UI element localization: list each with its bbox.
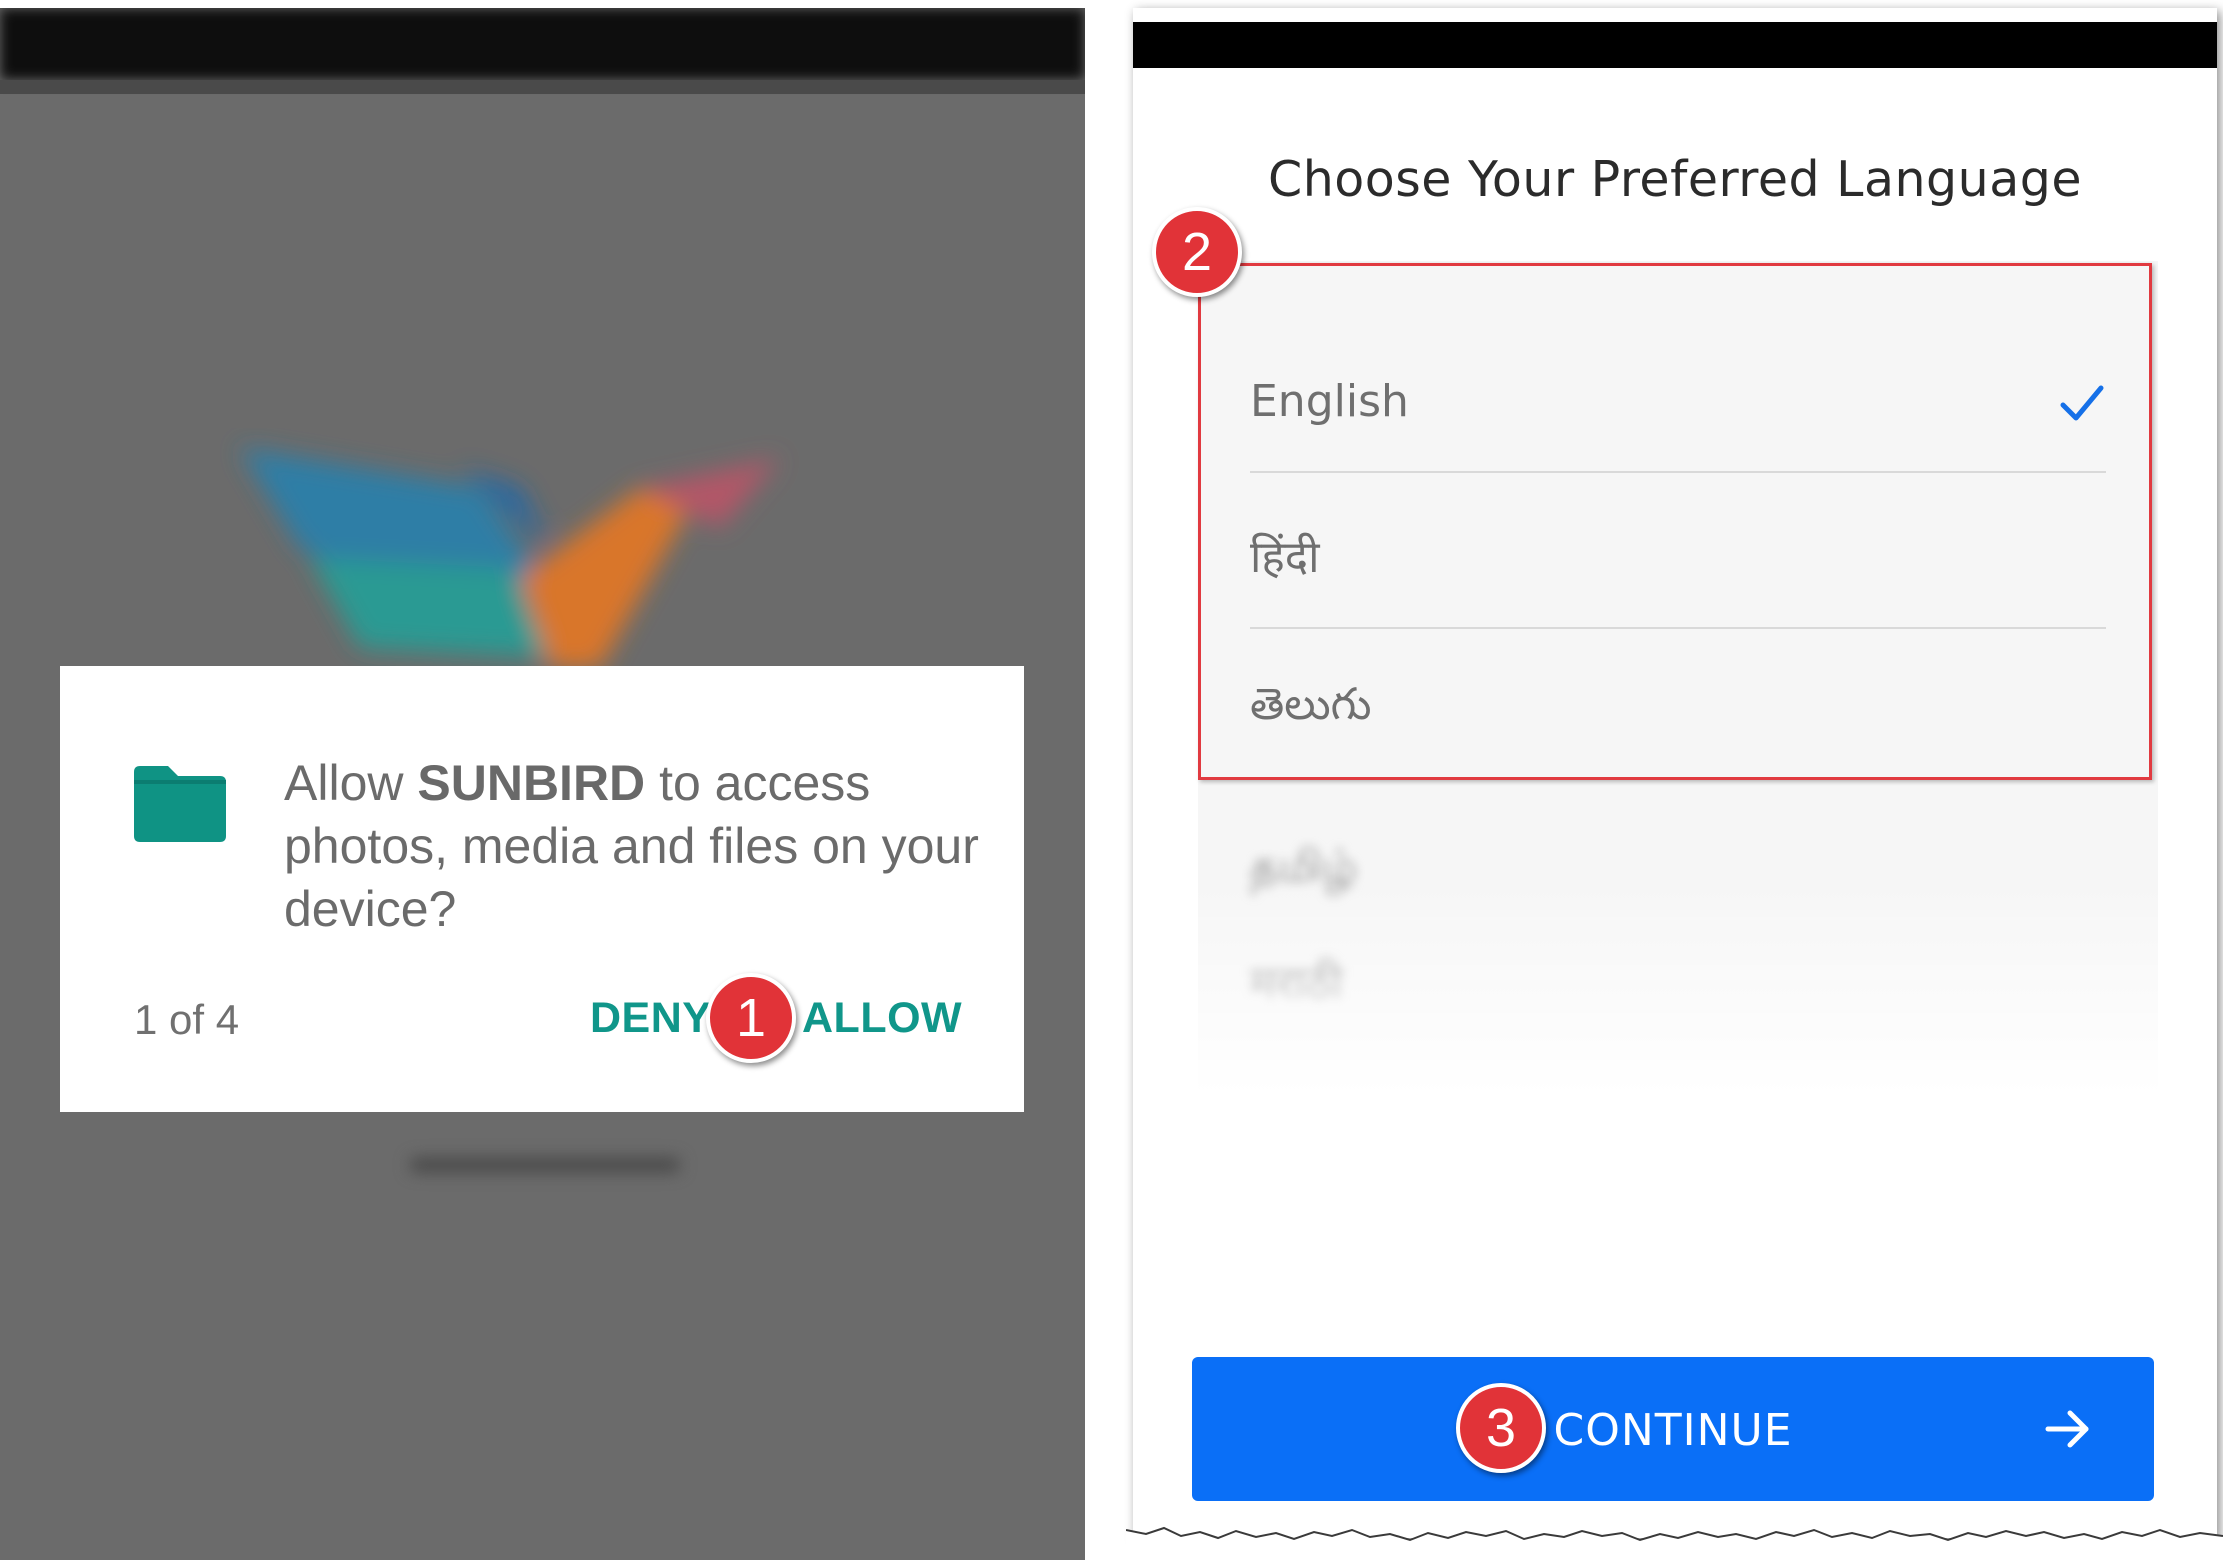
callout-badge-2: 2	[1152, 207, 1242, 297]
language-item-telugu[interactable]: తెలుగు	[1250, 629, 2106, 779]
allow-button[interactable]: ALLOW	[802, 994, 962, 1043]
permission-text-prefix: Allow	[284, 755, 418, 811]
deny-button[interactable]: DENY	[590, 994, 711, 1043]
language-label: हिंदी	[1250, 532, 1320, 583]
language-item-english[interactable]: English	[1250, 331, 2106, 473]
language-list: English हिंदी తెలుగు தமிழ் मराठी	[1198, 261, 2158, 1096]
torn-paper-edge	[1126, 1526, 2223, 1560]
language-label: English	[1250, 376, 1409, 427]
sunbird-logo	[240, 448, 780, 668]
torn-top-edge	[1133, 8, 2217, 22]
language-item-hindi[interactable]: हिंदी	[1250, 473, 2106, 629]
permission-message: Allow SUNBIRD to access photos, media an…	[284, 752, 984, 941]
app-bar-strip	[0, 80, 1085, 94]
language-label: தமிழ்	[1250, 841, 1358, 892]
continue-label: CONTINUE	[1553, 1405, 1793, 1456]
left-phone-screen: Allow SUNBIRD to access photos, media an…	[0, 8, 1085, 1560]
language-label: తెలుగు	[1250, 679, 1372, 730]
callout-badge-1: 1	[706, 973, 796, 1063]
permission-dialog: Allow SUNBIRD to access photos, media an…	[60, 666, 1024, 1112]
status-bar	[1133, 16, 2217, 68]
folder-icon	[134, 766, 226, 842]
app-name: SUNBIRD	[417, 755, 646, 811]
checkmark-icon	[2060, 385, 2104, 421]
continue-button[interactable]: CONTINUE	[1192, 1357, 2154, 1501]
permission-counter: 1 of 4	[134, 996, 240, 1043]
language-item-marathi[interactable]: मराठी	[1250, 941, 2106, 1051]
language-item-tamil[interactable]: தமிழ்	[1250, 821, 2106, 931]
arrow-right-icon	[2045, 1410, 2089, 1448]
page-title: Choose Your Preferred Language	[1268, 151, 2082, 208]
right-phone-screen: Choose Your Preferred Language English ह…	[1133, 8, 2217, 1538]
dialog-shadow	[410, 1158, 680, 1172]
status-bar-blurred	[0, 8, 1085, 80]
language-label: मराठी	[1250, 958, 1343, 1009]
callout-badge-3: 3	[1456, 1383, 1546, 1473]
